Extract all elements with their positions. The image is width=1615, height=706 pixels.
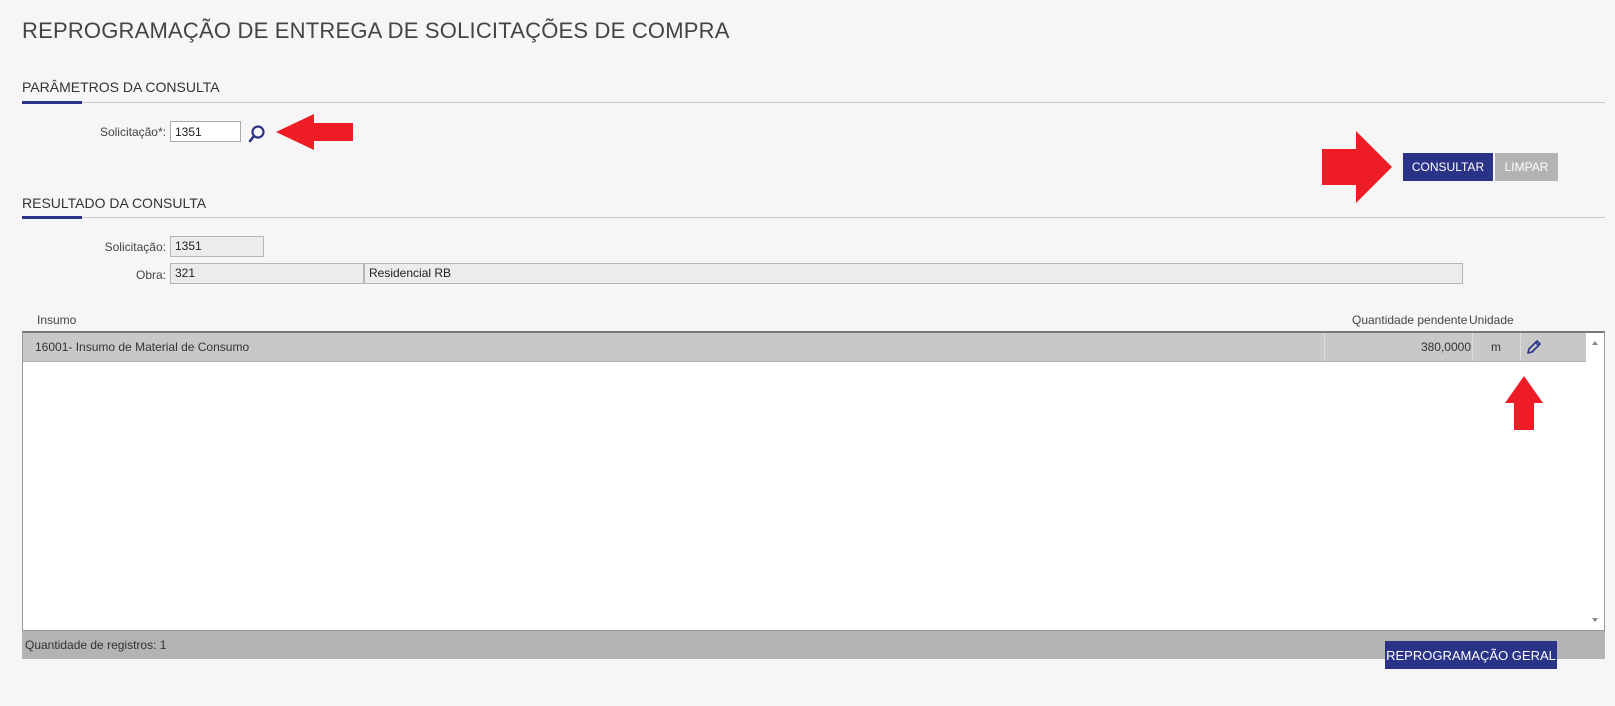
annotation-arrow-up	[1505, 376, 1543, 430]
cell-insumo: 16001- Insumo de Material de Consumo	[35, 340, 250, 354]
scroll-up-icon[interactable]	[1586, 336, 1604, 350]
grid-scrollbar[interactable]	[1586, 333, 1604, 630]
column-header-quantidade[interactable]: Quantidade pendente	[1352, 313, 1467, 327]
cell-unidade: m	[1491, 340, 1501, 354]
cell-quantidade: 380,0000	[1420, 340, 1471, 354]
obra-code-field: 321	[170, 263, 364, 284]
column-header-unidade[interactable]: Unidade	[1469, 313, 1514, 327]
search-button[interactable]	[248, 124, 268, 144]
section-title-parametros: PARÂMETROS DA CONSULTA	[22, 79, 220, 95]
pencil-icon	[1527, 340, 1541, 354]
solicitacao-label: Solicitação*:	[99, 125, 166, 139]
scroll-down-icon[interactable]	[1586, 613, 1604, 627]
result-solicitacao-label: Solicitação:	[104, 240, 166, 254]
section-accent	[22, 101, 82, 104]
column-header-insumo[interactable]: Insumo	[37, 313, 76, 327]
search-icon	[248, 125, 265, 143]
page-title: REPROGRAMAÇÃO DE ENTREGA DE SOLICITAÇÕES…	[22, 18, 730, 43]
grid-footer: Quantidade de registros: 1	[22, 631, 1605, 659]
solicitacao-input[interactable]	[170, 121, 241, 142]
annotation-arrow-left	[276, 114, 353, 150]
reprogramacao-geral-button[interactable]: REPROGRAMAÇÃO GERAL	[1385, 641, 1557, 669]
obra-label: Obra:	[135, 268, 166, 282]
results-grid: 16001- Insumo de Material de Consumo 380…	[22, 331, 1605, 631]
result-solicitacao-field: 1351	[170, 236, 264, 257]
obra-name-field: Residencial RB	[364, 263, 1463, 284]
consultar-button[interactable]: CONSULTAR	[1403, 153, 1493, 181]
edit-row-button[interactable]	[1521, 333, 1545, 361]
annotation-arrow-right	[1322, 131, 1392, 203]
section-divider	[22, 217, 1605, 218]
grid-header: Insumo Quantidade pendente Unidade	[22, 310, 1605, 332]
limpar-button[interactable]: LIMPAR	[1495, 153, 1558, 181]
section-accent	[22, 216, 82, 219]
section-divider	[22, 102, 1605, 103]
record-count-value: 1	[159, 638, 167, 652]
record-count-label: Quantidade de registros:	[25, 638, 157, 652]
section-title-resultado: RESULTADO DA CONSULTA	[22, 195, 207, 211]
table-row[interactable]: 16001- Insumo de Material de Consumo 380…	[23, 333, 1586, 362]
